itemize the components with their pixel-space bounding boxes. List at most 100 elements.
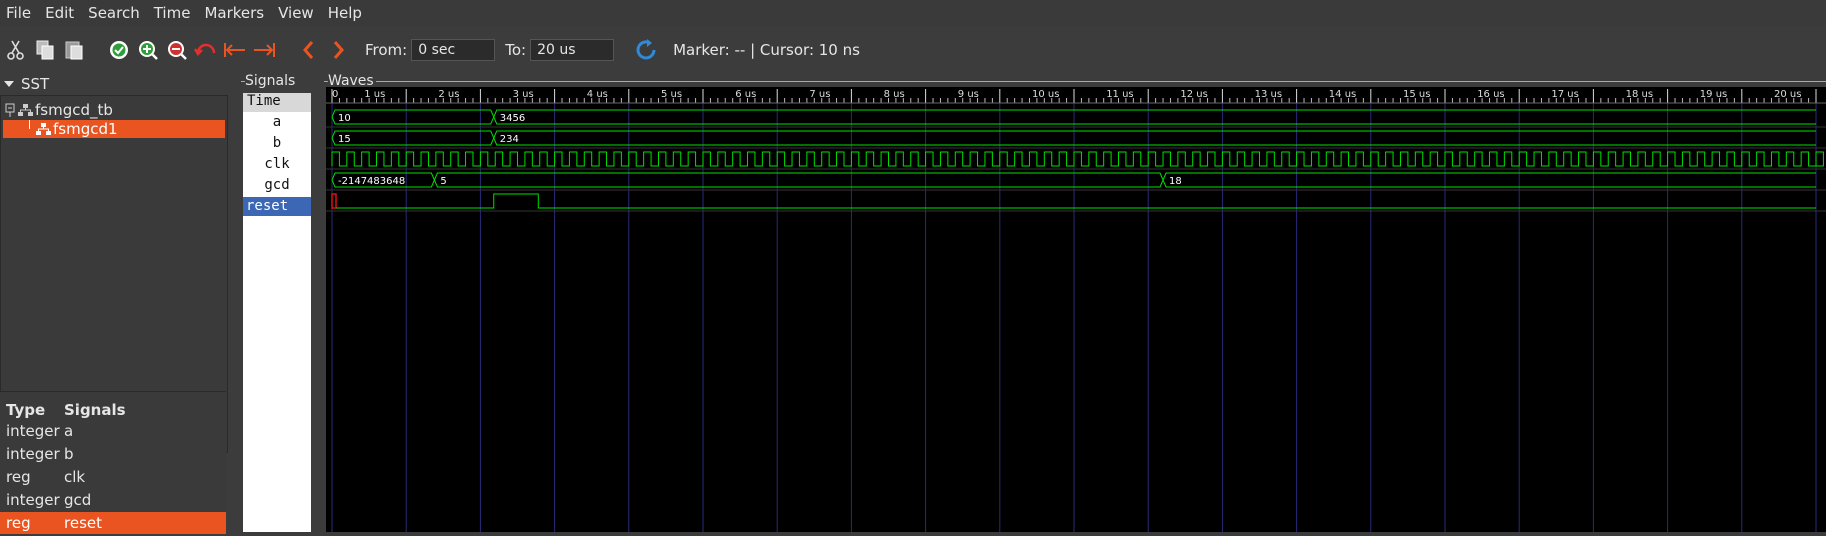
time-tick-label: 11 us bbox=[1106, 89, 1133, 100]
menu-bar: File Edit Search Time Markers View Help bbox=[0, 0, 1826, 26]
unknown-value-marker bbox=[331, 193, 337, 209]
marker-cursor-readout: Marker: -- | Cursor: 10 ns bbox=[673, 41, 860, 59]
time-tick-label: 19 us bbox=[1700, 89, 1727, 100]
waveform-canvas[interactable]: 0 1 us 2 us 3 us 4 us 5 us 6 us 7 us 8 us 9 us 10 … bbox=[326, 87, 1826, 532]
signal-table-row[interactable]: reg clk bbox=[0, 466, 226, 488]
bus-segment bbox=[433, 172, 1164, 188]
time-tick-label: 4 us bbox=[587, 89, 608, 100]
time-tick-label: 16 us bbox=[1477, 89, 1504, 100]
time-tick-label: 15 us bbox=[1403, 89, 1430, 100]
menu-time[interactable]: Time bbox=[148, 4, 199, 22]
tree-item-fsmgcd-tb[interactable]: fsmgcd_tb bbox=[5, 101, 225, 119]
module-hierarchy-icon bbox=[18, 104, 33, 116]
signal-type: reg bbox=[6, 514, 31, 532]
signal-type: integer bbox=[6, 422, 60, 440]
sst-title: SST bbox=[21, 75, 50, 93]
bus-value-label: 15 bbox=[338, 134, 351, 145]
bus-value-label: 10 bbox=[338, 113, 351, 124]
menu-help[interactable]: Help bbox=[322, 4, 370, 22]
signal-name: reset bbox=[64, 514, 102, 532]
signal-name: b bbox=[64, 445, 74, 463]
copy-icon[interactable] bbox=[32, 37, 58, 63]
sst-signal-table: Type Signals integer a integer b reg clk… bbox=[0, 391, 226, 534]
module-hierarchy-icon bbox=[36, 123, 51, 135]
cut-icon[interactable] bbox=[3, 37, 29, 63]
signal-name: clk bbox=[64, 468, 86, 486]
time-tick-label: 13 us bbox=[1255, 89, 1282, 100]
time-tick-label: 2 us bbox=[438, 89, 459, 100]
type-column-header[interactable]: Type bbox=[0, 401, 64, 419]
time-tick-label: 18 us bbox=[1626, 89, 1653, 100]
signals-panel: Signals Time a b clk gcd reset bbox=[241, 73, 311, 532]
time-tick-label: 1 us bbox=[364, 89, 385, 100]
signal-name-row[interactable]: b bbox=[243, 134, 311, 153]
signal-names-list: Time a b clk gcd reset bbox=[243, 93, 311, 532]
bit-waveform bbox=[336, 193, 1816, 209]
bus-value-label: 5 bbox=[440, 176, 446, 187]
time-tick-label: 0 bbox=[332, 89, 338, 100]
prev-edge-icon[interactable] bbox=[296, 37, 322, 63]
zoom-to-end-icon[interactable] bbox=[251, 37, 277, 63]
signal-name-row[interactable]: a bbox=[243, 113, 311, 132]
bus-value-label: -2147483648 bbox=[338, 176, 405, 187]
zoom-fit-icon[interactable] bbox=[106, 37, 132, 63]
signal-name: gcd bbox=[64, 491, 92, 509]
tree-item-label: fsmgcd_tb bbox=[35, 101, 113, 119]
undo-zoom-icon[interactable] bbox=[193, 37, 219, 63]
bus-segment bbox=[331, 130, 495, 146]
signal-table-row-selected[interactable]: reg reset bbox=[0, 512, 226, 534]
signal-name-row-selected[interactable]: reset bbox=[243, 197, 311, 216]
paste-icon[interactable] bbox=[61, 37, 87, 63]
time-tick-label: 3 us bbox=[513, 89, 534, 100]
time-tick-label: 10 us bbox=[1032, 89, 1059, 100]
bus-value-label: 3456 bbox=[500, 113, 525, 124]
reload-icon[interactable] bbox=[633, 37, 659, 63]
signal-table-row[interactable]: integer gcd bbox=[0, 489, 226, 511]
menu-file[interactable]: File bbox=[0, 4, 39, 22]
signal-type: reg bbox=[6, 468, 31, 486]
time-tick-label: 14 us bbox=[1329, 89, 1356, 100]
signal-type: integer bbox=[6, 445, 60, 463]
tree-item-fsmgcd1[interactable]: fsmgcd1 bbox=[3, 120, 225, 138]
menu-markers[interactable]: Markers bbox=[198, 4, 272, 22]
menu-edit[interactable]: Edit bbox=[39, 4, 82, 22]
tree-expander-icon[interactable] bbox=[5, 103, 17, 117]
time-tick-label: 5 us bbox=[661, 89, 682, 100]
signal-name: a bbox=[64, 422, 74, 440]
zoom-out-icon[interactable] bbox=[164, 37, 190, 63]
time-tick-label: 20 us bbox=[1774, 89, 1801, 100]
tree-item-label: fsmgcd1 bbox=[53, 120, 118, 138]
waveform-view[interactable]: 0 1 us 2 us 3 us 4 us 5 us 6 us 7 us 8 us 9 us 10 … bbox=[326, 87, 1826, 532]
menu-view[interactable]: View bbox=[272, 4, 322, 22]
time-tick-label: 12 us bbox=[1180, 89, 1207, 100]
toolbar: From: 0 sec To: 20 us Marker: -- | Curso… bbox=[0, 27, 1826, 73]
signal-name-row[interactable]: clk bbox=[243, 155, 311, 174]
bus-segment bbox=[1162, 172, 1816, 188]
signal-table-row[interactable]: integer a bbox=[0, 420, 226, 442]
zoom-to-start-icon[interactable] bbox=[222, 37, 248, 63]
menu-search[interactable]: Search bbox=[82, 4, 148, 22]
signal-name-row[interactable]: gcd bbox=[243, 176, 311, 195]
waves-panel: Waves 01 us 2 us 3 us 4 us 5 us 6 us 7 us 8 us 9… bbox=[324, 73, 1826, 532]
time-tick-label: 17 us bbox=[1551, 89, 1578, 100]
zoom-in-icon[interactable] bbox=[135, 37, 161, 63]
time-tick-label: 9 us bbox=[958, 89, 979, 100]
to-field[interactable]: 20 us bbox=[530, 39, 615, 61]
signal-type: integer bbox=[6, 491, 60, 509]
sst-header[interactable]: SST bbox=[3, 75, 49, 93]
signal-table-header: Type Signals bbox=[0, 399, 226, 421]
bus-segment bbox=[493, 130, 1816, 146]
bus-segment bbox=[331, 109, 495, 125]
clock-waveform bbox=[331, 151, 1824, 167]
time-tick-label: 6 us bbox=[735, 89, 756, 100]
signal-table-row[interactable]: integer b bbox=[0, 443, 226, 465]
time-tick-label: 8 us bbox=[884, 89, 905, 100]
next-edge-icon[interactable] bbox=[325, 37, 351, 63]
tree-connector bbox=[3, 120, 30, 138]
from-field[interactable]: 0 sec bbox=[411, 39, 496, 61]
signals-column-header[interactable]: Signals bbox=[64, 401, 126, 419]
from-label: From: bbox=[365, 41, 408, 59]
bus-value-label: 18 bbox=[1169, 176, 1182, 187]
time-tick-label: 7 us bbox=[809, 89, 830, 100]
chevron-down-icon bbox=[4, 81, 14, 87]
